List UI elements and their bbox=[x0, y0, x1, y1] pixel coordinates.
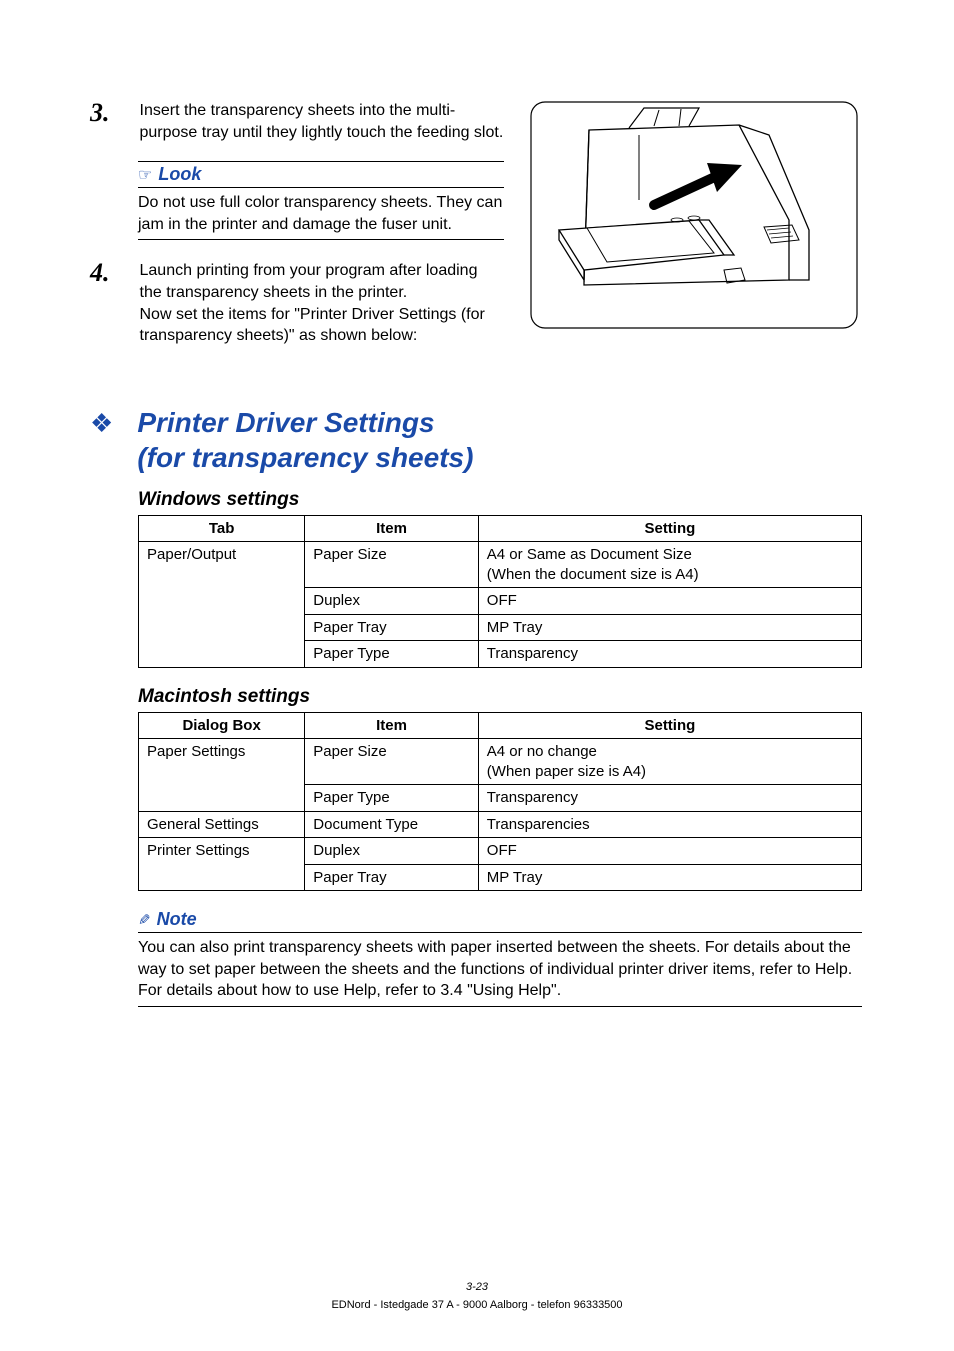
windows-settings: Windows settings Tab Item Setting Paper/… bbox=[138, 489, 862, 668]
table-header-row: Tab Item Setting bbox=[139, 515, 862, 542]
cell: Duplex bbox=[305, 588, 479, 615]
macintosh-settings: Macintosh settings Dialog Box Item Setti… bbox=[138, 686, 862, 892]
printer-illustration bbox=[529, 100, 859, 330]
cell: Paper Size bbox=[305, 542, 479, 588]
th-setting: Setting bbox=[478, 712, 861, 739]
step-3: 3. Insert the transparency sheets into t… bbox=[90, 100, 504, 143]
page-number: 3-23 bbox=[0, 1281, 954, 1293]
cell: Printer Settings bbox=[139, 838, 305, 891]
section-heading: ❖ Printer Driver Settings (for transpare… bbox=[90, 405, 864, 475]
section-title-line1: Printer Driver Settings bbox=[137, 407, 434, 438]
cell: Paper/Output bbox=[139, 542, 305, 668]
cell: Transparency bbox=[478, 641, 861, 668]
look-header: ☞ Look bbox=[138, 161, 504, 188]
look-callout: ☞ Look Do not use full color transparenc… bbox=[138, 161, 504, 240]
macintosh-heading: Macintosh settings bbox=[138, 686, 862, 708]
cell: Paper Tray bbox=[305, 864, 479, 891]
table-row: Paper/Output Paper Size A4 or Same as Do… bbox=[139, 542, 862, 588]
cell: Paper Size bbox=[305, 739, 479, 785]
cell: A4 or Same as Document Size (When the do… bbox=[478, 542, 861, 588]
macintosh-table: Dialog Box Item Setting Paper Settings P… bbox=[138, 712, 862, 892]
table-row: Paper Settings Paper Size A4 or no chang… bbox=[139, 739, 862, 785]
step-number: 4. bbox=[90, 260, 110, 346]
section-title-line2: (for transparency sheets) bbox=[137, 442, 473, 473]
table-row: General Settings Document Type Transpare… bbox=[139, 811, 862, 838]
note-text: You can also print transparency sheets w… bbox=[138, 933, 862, 1007]
th-dialogbox: Dialog Box bbox=[139, 712, 305, 739]
step-text: Launch printing from your program after … bbox=[140, 260, 505, 346]
cell: Duplex bbox=[305, 838, 479, 865]
cell: OFF bbox=[478, 588, 861, 615]
page-footer: 3-23 EDNord - Istedgade 37 A - 9000 Aalb… bbox=[0, 1281, 954, 1311]
cell: General Settings bbox=[139, 811, 305, 838]
cell: Paper Type bbox=[305, 641, 479, 668]
cell: A4 or no change (When paper size is A4) bbox=[478, 739, 861, 785]
pointer-icon: ☞ bbox=[138, 165, 152, 185]
cell: OFF bbox=[478, 838, 861, 865]
th-item: Item bbox=[305, 712, 479, 739]
pencil-icon: ✎ bbox=[138, 911, 151, 929]
table-row: Printer Settings Duplex OFF bbox=[139, 838, 862, 865]
th-setting: Setting bbox=[478, 515, 861, 542]
note-header: ✎ Note bbox=[138, 909, 862, 933]
step-text: Insert the transparency sheets into the … bbox=[140, 100, 505, 143]
cell: Paper Tray bbox=[305, 614, 479, 641]
diamond-icon: ❖ bbox=[90, 408, 113, 439]
th-item: Item bbox=[305, 515, 479, 542]
th-tab: Tab bbox=[139, 515, 305, 542]
look-label: Look bbox=[158, 164, 201, 185]
cell: MP Tray bbox=[478, 614, 861, 641]
step-4: 4. Launch printing from your program aft… bbox=[90, 260, 504, 346]
cell: Paper Settings bbox=[139, 739, 305, 812]
windows-heading: Windows settings bbox=[138, 489, 862, 511]
footer-address: EDNord - Istedgade 37 A - 9000 Aalborg -… bbox=[0, 1299, 954, 1311]
windows-table: Tab Item Setting Paper/Output Paper Size… bbox=[138, 515, 862, 668]
look-text: Do not use full color transparency sheet… bbox=[138, 188, 504, 240]
note-label: Note bbox=[157, 909, 197, 930]
cell: MP Tray bbox=[478, 864, 861, 891]
note-callout: ✎ Note You can also print transparency s… bbox=[138, 909, 862, 1007]
section-title: Printer Driver Settings (for transparenc… bbox=[137, 405, 473, 475]
step-number: 3. bbox=[90, 100, 110, 143]
cell: Transparencies bbox=[478, 811, 861, 838]
cell: Document Type bbox=[305, 811, 479, 838]
cell: Transparency bbox=[478, 785, 861, 812]
table-header-row: Dialog Box Item Setting bbox=[139, 712, 862, 739]
cell: Paper Type bbox=[305, 785, 479, 812]
